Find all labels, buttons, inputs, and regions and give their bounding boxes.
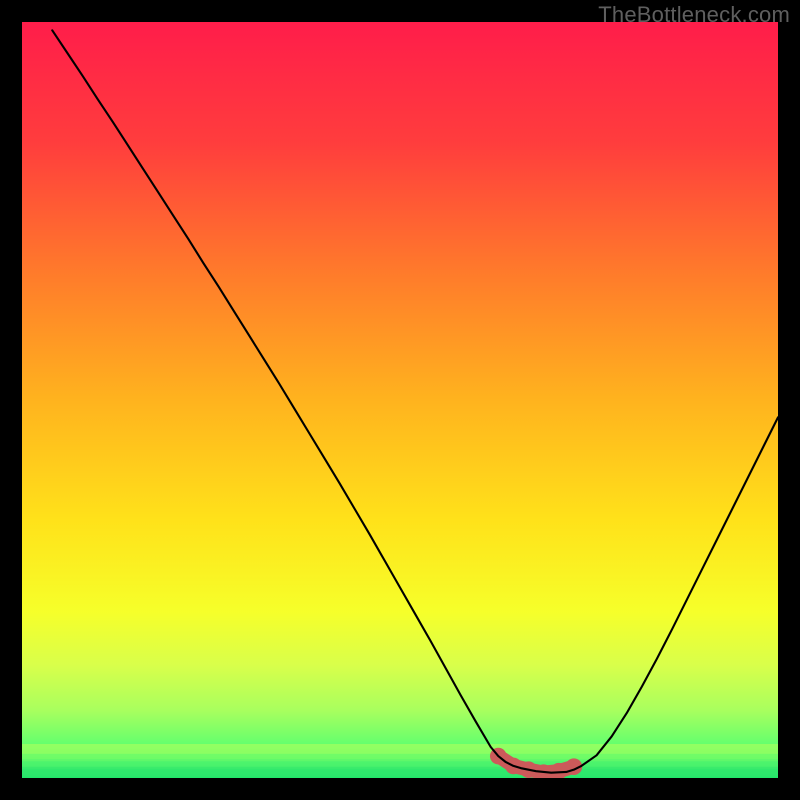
chart-plot-area [22, 22, 778, 778]
bottleneck-chart-svg [22, 22, 778, 778]
watermark-label: TheBottleneck.com [598, 2, 790, 28]
chart-background-gradient [22, 22, 778, 778]
chart-bottom-bands [22, 744, 778, 777]
